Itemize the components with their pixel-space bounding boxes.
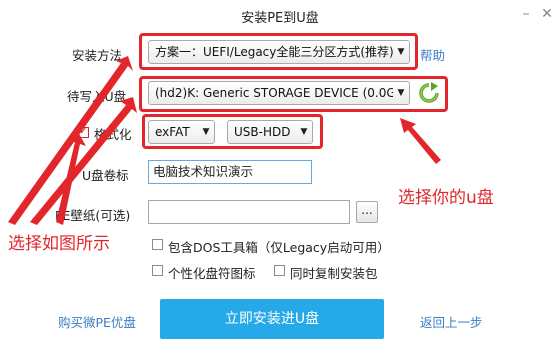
annotation-right-note: 选择你的u盘 <box>398 188 494 208</box>
arrow-to-usb-select <box>400 118 441 164</box>
arrow-to-install-method <box>8 56 133 225</box>
annotation-arrows <box>8 56 441 225</box>
annotation-left-note: 选择如图所示 <box>8 234 110 254</box>
